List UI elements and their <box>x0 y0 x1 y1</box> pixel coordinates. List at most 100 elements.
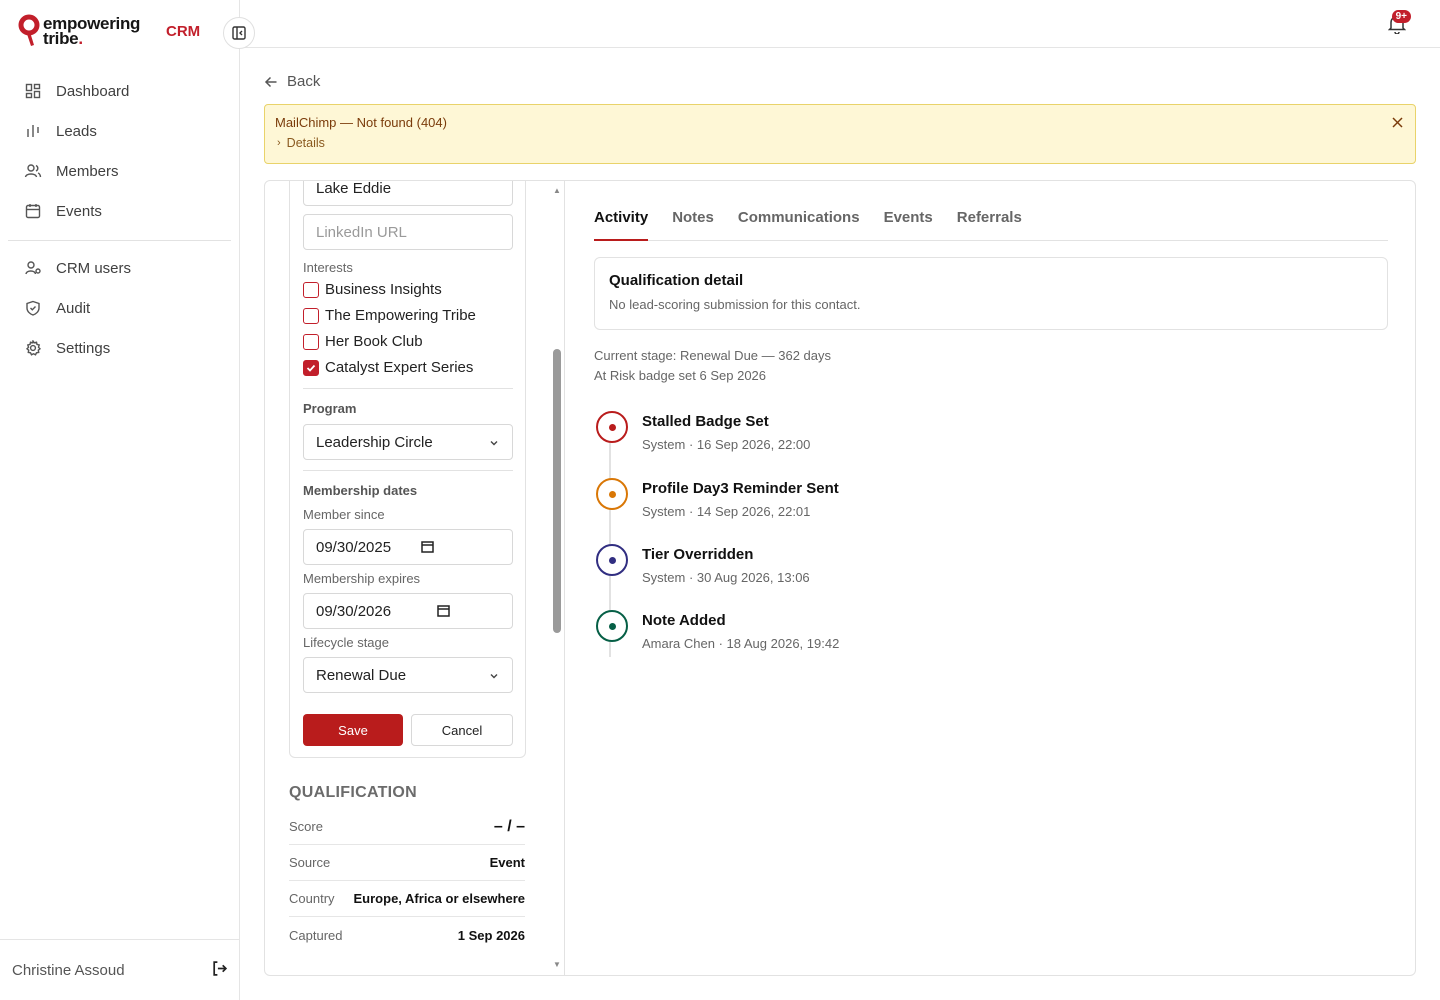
timeline-meta: Amara Chen · 18 Aug 2026, 19:42 <box>642 636 840 651</box>
qualification-heading: QUALIFICATION <box>289 784 418 801</box>
alert-details-label: Details <box>286 136 325 150</box>
program-label: Program <box>303 401 357 416</box>
crm-users-icon <box>24 259 42 277</box>
city-field[interactable]: Lake Eddie <box>303 181 513 206</box>
tab-communications[interactable]: Communications <box>738 209 860 241</box>
brand-wordmark: empowering tribe. <box>43 14 141 48</box>
qualification-detail-card: Qualification detail No lead-scoring sub… <box>594 257 1388 330</box>
alert-title: MailChimp — Not found (404) <box>275 115 447 130</box>
logout-icon[interactable] <box>211 960 228 981</box>
date-value: 09/30/2026 <box>316 602 392 620</box>
scrollbar-thumb[interactable] <box>553 349 561 633</box>
nav-label: Leads <box>56 122 97 140</box>
app-name: CRM <box>166 23 201 40</box>
edit-form: Lake Eddie LinkedIn URL Interests Busine… <box>289 181 526 758</box>
linkedin-url-input[interactable]: LinkedIn URL <box>303 214 513 250</box>
interest-label: Business Insights <box>325 281 442 298</box>
interest-label: The Empowering Tribe <box>325 307 476 324</box>
alert-details-toggle[interactable]: › Details <box>275 136 1405 150</box>
interest-checkbox-her-book-club[interactable]: Her Book Club <box>303 333 423 350</box>
timeline-marker <box>596 610 628 642</box>
back-label: Back <box>287 73 321 90</box>
membership-expires-date-input[interactable]: 09/30/2026 <box>303 593 513 629</box>
calendar-picker-icon[interactable] <box>421 540 434 553</box>
nav-item-leads[interactable]: Leads <box>8 111 231 151</box>
contact-edit-pane[interactable]: Lake Eddie LinkedIn URL Interests Busine… <box>265 181 565 975</box>
nav-item-settings[interactable]: Settings <box>8 328 231 368</box>
qualification-key: Country <box>289 891 335 906</box>
lifecycle-stage-select[interactable]: Renewal Due <box>303 657 513 693</box>
sidebar-toggle-icon <box>232 26 246 40</box>
nav-item-crm-users[interactable]: CRM users <box>8 248 231 288</box>
stage-info: Current stage: Renewal Due — 362 days At… <box>594 346 831 386</box>
nav-item-dashboard[interactable]: Dashboard <box>8 71 231 111</box>
save-button[interactable]: Save <box>303 714 403 746</box>
nav-item-members[interactable]: Members <box>8 151 231 191</box>
timeline-title: Tier Overridden <box>642 546 754 563</box>
timeline-title: Stalled Badge Set <box>642 413 769 430</box>
back-link[interactable]: Back <box>264 73 320 90</box>
secondary-nav: CRM users Audit Settings <box>8 248 231 368</box>
calendar-picker-icon[interactable] <box>437 604 450 617</box>
timeline-meta: System · 14 Sep 2026, 22:01 <box>642 504 811 519</box>
timeline-item: Stalled Badge Set System · 16 Sep 2026, … <box>594 411 1194 461</box>
brand-logo[interactable]: empowering tribe. <box>18 14 140 48</box>
qualification-value: – / – <box>493 817 525 835</box>
timeline-title: Note Added <box>642 612 726 629</box>
lifecycle-select-value: Renewal Due <box>316 666 407 684</box>
user-name: Christine Assoud <box>12 961 125 979</box>
program-select[interactable]: Leadership Circle <box>303 424 513 460</box>
checkbox-checked[interactable] <box>303 359 319 376</box>
timeline-marker <box>596 478 628 510</box>
nav-label: Members <box>56 162 119 180</box>
qualification-key: Captured <box>289 927 343 943</box>
timeline-item: Note Added Amara Chen · 18 Aug 2026, 19:… <box>594 610 1194 660</box>
qualification-key: Source <box>289 855 331 870</box>
members-icon <box>24 162 42 180</box>
tab-notes[interactable]: Notes <box>672 209 714 241</box>
date-value: 09/30/2025 <box>316 538 392 556</box>
nav-label: Events <box>56 202 102 220</box>
checkbox[interactable] <box>303 307 319 324</box>
cancel-button[interactable]: Cancel <box>411 714 513 746</box>
timeline-dot <box>608 556 616 564</box>
tab-bar: Activity Notes Communications Events Ref… <box>594 209 1388 241</box>
scroll-up-icon[interactable]: ▲ <box>553 186 561 195</box>
tab-referrals[interactable]: Referrals <box>957 209 1022 241</box>
qualification-detail-title: Qualification detail <box>609 272 744 289</box>
divider <box>303 388 513 389</box>
close-icon[interactable] <box>1392 115 1403 133</box>
timeline-marker <box>596 544 628 576</box>
timeline-dot <box>608 622 616 630</box>
user-bar: Christine Assoud <box>0 939 240 1000</box>
notification-badge: 9+ <box>1391 10 1411 23</box>
check-icon <box>306 364 316 372</box>
interest-checkbox-catalyst-expert-series[interactable]: Catalyst Expert Series <box>303 359 473 376</box>
gear-icon <box>24 339 42 357</box>
nav-item-events[interactable]: Events <box>8 191 231 231</box>
qualification-key: Score <box>289 819 323 834</box>
checkbox[interactable] <box>303 333 319 350</box>
interest-checkbox-empowering-tribe[interactable]: The Empowering Tribe <box>303 307 476 324</box>
primary-nav: Dashboard Leads Members Events <box>8 71 231 231</box>
tab-events[interactable]: Events <box>884 209 933 241</box>
scroll-down-icon[interactable]: ▼ <box>553 960 561 969</box>
qualification-row-country: Country Europe, Africa or elsewhere <box>289 881 525 917</box>
nav-divider <box>8 240 231 241</box>
interest-checkbox-business-insights[interactable]: Business Insights <box>303 281 442 298</box>
checkbox[interactable] <box>303 281 319 298</box>
nav-label: Audit <box>56 299 91 317</box>
member-since-date-input[interactable]: 09/30/2025 <box>303 529 513 565</box>
timeline-dot <box>608 423 616 431</box>
membership-expires-label: Membership expires <box>303 571 421 586</box>
program-select-value: Leadership Circle <box>316 433 433 451</box>
calendar-icon <box>24 202 42 220</box>
qualification-value: Event <box>489 855 525 870</box>
current-stage-text: Current stage: Renewal Due — 362 days <box>594 348 832 363</box>
dashboard-icon <box>24 82 42 100</box>
nav-item-audit[interactable]: Audit <box>8 288 231 328</box>
chevron-down-icon <box>490 674 498 679</box>
qualification-value: 1 Sep 2026 <box>457 927 525 943</box>
sidebar-collapse-button[interactable] <box>223 17 255 49</box>
tab-activity[interactable]: Activity <box>594 209 649 241</box>
